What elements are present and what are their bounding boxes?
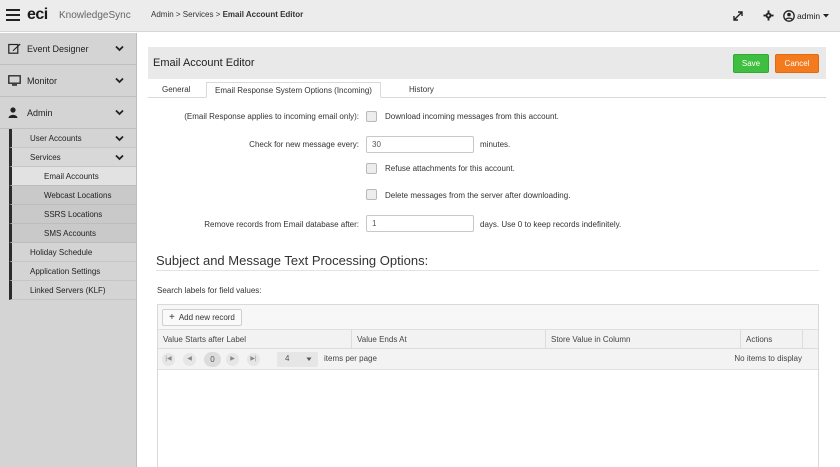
save-button[interactable]: Save	[733, 54, 769, 73]
sidebar-item-linked-servers[interactable]: Linked Servers (KLF)	[9, 281, 136, 300]
gear-icon[interactable]	[763, 10, 774, 21]
grid-pager: |◀ ◀ 0 ▶ ▶| 4 items per page No items to…	[158, 349, 818, 370]
remove-records-label: Remove records from Email database after…	[204, 220, 359, 229]
sidebar-item-admin[interactable]: Admin	[0, 97, 136, 129]
sidebar-item-services[interactable]: Services	[9, 148, 136, 167]
breadcrumb-path[interactable]: Admin > Services >	[151, 10, 223, 19]
email-response-note: (Email Response applies to incoming emai…	[184, 112, 359, 121]
first-page-icon[interactable]: |◀	[162, 353, 175, 366]
sidebar-item-monitor[interactable]: Monitor	[0, 65, 136, 97]
sidebar-item-webcast-locations[interactable]: Webcast Locations	[9, 186, 136, 205]
edit-icon	[8, 43, 21, 54]
hamburger-menu-icon[interactable]	[6, 9, 20, 21]
refuse-attachments-checkbox[interactable]	[366, 163, 377, 174]
top-bar: eci KnowledgeSync Admin > Services > Ema…	[0, 0, 840, 32]
last-page-icon[interactable]: ▶|	[247, 353, 260, 366]
sidebar-item-label: Event Designer	[27, 43, 89, 54]
plus-icon: +	[169, 312, 175, 323]
field-labels-grid: + Add new record Value Starts after Labe…	[157, 304, 819, 467]
sidebar-item-label: SSRS Locations	[44, 210, 103, 219]
sidebar-item-label: Application Settings	[30, 267, 101, 276]
logo-text: KnowledgeSync	[59, 10, 131, 21]
column-header-actions[interactable]: Actions	[741, 330, 803, 349]
page-size-value: 4	[285, 354, 290, 363]
breadcrumb-current: Email Account Editor	[222, 10, 304, 19]
sidebar-item-holiday-schedule[interactable]: Holiday Schedule	[9, 243, 136, 262]
user-icon	[8, 107, 18, 118]
sidebar-item-label: Webcast Locations	[44, 191, 112, 200]
items-per-page-label: items per page	[324, 354, 377, 363]
expand-icon[interactable]	[733, 11, 743, 21]
chevron-down-icon	[115, 45, 124, 52]
grid-toolbar: + Add new record	[158, 305, 818, 330]
logo-mark: eci	[27, 6, 48, 23]
add-record-button[interactable]: + Add new record	[162, 309, 242, 326]
chevron-down-icon	[115, 154, 124, 161]
download-checkbox-label: Download incoming messages from this acc…	[385, 112, 559, 121]
check-interval-input[interactable]	[366, 136, 474, 153]
sidebar-item-user-accounts[interactable]: User Accounts	[9, 129, 136, 148]
check-interval-unit: minutes.	[480, 140, 511, 149]
section-title: Subject and Message Text Processing Opti…	[156, 253, 429, 268]
delete-messages-label: Delete messages from the server after do…	[385, 191, 571, 200]
download-checkbox[interactable]	[366, 111, 377, 122]
chevron-down-icon	[115, 77, 124, 84]
add-record-label: Add new record	[178, 313, 235, 322]
tab-email-response-options[interactable]: Email Response System Options (Incoming)	[206, 82, 381, 98]
chevron-down-icon	[115, 135, 124, 142]
sidebar-item-sms-accounts[interactable]: SMS Accounts	[9, 224, 136, 243]
remove-records-input[interactable]	[366, 215, 474, 232]
column-header-value-starts[interactable]: Value Starts after Label	[158, 330, 352, 349]
sidebar: Event Designer Monitor Admin User Accoun…	[0, 33, 137, 467]
delete-messages-checkbox[interactable]	[366, 189, 377, 200]
caret-down-icon	[306, 357, 312, 361]
tab-bar: General Email Response System Options (I…	[148, 79, 826, 98]
panel-header: Email Account Editor Save Cancel	[148, 47, 826, 79]
chevron-down-icon	[115, 109, 124, 116]
refuse-attachments-label: Refuse attachments for this account.	[385, 164, 515, 173]
check-interval-label: Check for new message every:	[249, 140, 359, 149]
remove-records-unit: days. Use 0 to keep records indefinitely…	[480, 220, 622, 229]
search-labels-heading: Search labels for field values:	[157, 286, 262, 295]
column-header-value-ends[interactable]: Value Ends At	[352, 330, 546, 349]
page-size-select[interactable]: 4	[277, 352, 318, 367]
sidebar-item-label: Services	[30, 153, 61, 162]
tab-general[interactable]: General	[154, 82, 198, 98]
sidebar-item-ssrs-locations[interactable]: SSRS Locations	[9, 205, 136, 224]
user-menu[interactable]: admin	[783, 9, 832, 23]
monitor-icon	[8, 75, 21, 86]
sidebar-item-label: SMS Accounts	[44, 229, 97, 238]
sidebar-item-event-designer[interactable]: Event Designer	[0, 33, 136, 65]
grid-header: Value Starts after Label Value Ends At S…	[158, 330, 818, 349]
grid-body	[158, 370, 818, 466]
user-circle-icon	[783, 10, 795, 22]
cancel-button[interactable]: Cancel	[775, 54, 819, 73]
breadcrumb: Admin > Services > Email Account Editor	[151, 10, 303, 19]
sidebar-item-label: Linked Servers (KLF)	[30, 286, 106, 295]
no-items-message: No items to display	[734, 354, 802, 363]
sidebar-item-email-accounts[interactable]: Email Accounts	[9, 167, 136, 186]
sidebar-item-label: Email Accounts	[44, 172, 99, 181]
sidebar-item-label: Monitor	[27, 75, 58, 86]
next-page-icon[interactable]: ▶	[226, 353, 239, 366]
caret-down-icon	[823, 14, 830, 18]
current-page[interactable]: 0	[204, 352, 221, 367]
page-title: Email Account Editor	[153, 57, 255, 69]
tab-history[interactable]: History	[401, 82, 442, 98]
prev-page-icon[interactable]: ◀	[183, 353, 196, 366]
sidebar-item-label: Admin	[27, 107, 53, 118]
sidebar-item-label: User Accounts	[30, 134, 82, 143]
sidebar-item-label: Holiday Schedule	[30, 248, 93, 257]
column-header-store-value[interactable]: Store Value in Column	[546, 330, 741, 349]
sidebar-item-application-settings[interactable]: Application Settings	[9, 262, 136, 281]
user-name: admin	[797, 11, 821, 21]
section-divider	[156, 270, 819, 271]
